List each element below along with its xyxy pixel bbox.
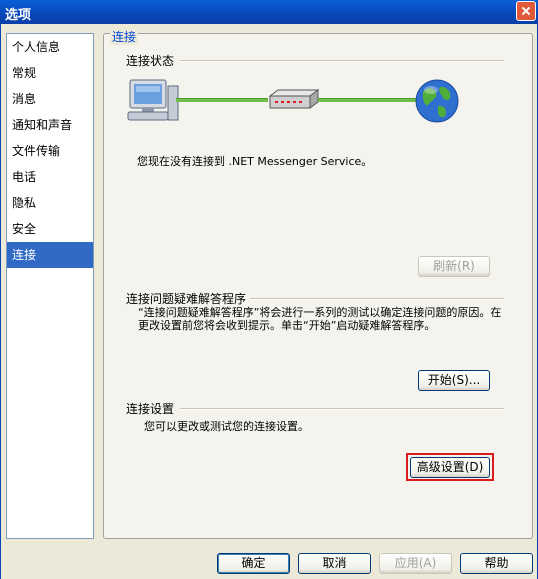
apply-button[interactable]: 应用(A) (379, 553, 452, 574)
status-group-label: 连接状态 (126, 52, 179, 69)
cable-right (318, 98, 418, 102)
sidebar-item-file-transfer[interactable]: 文件传输 (7, 138, 93, 164)
cancel-button[interactable]: 取消 (298, 553, 371, 574)
cable-left (176, 98, 268, 102)
sidebar-item-alerts-sounds[interactable]: 通知和声音 (7, 112, 93, 138)
window-title: 选项 (5, 8, 32, 23)
sidebar-item-general[interactable]: 常规 (7, 60, 93, 86)
options-sidebar: 个人信息 常规 消息 通知和声音 文件传输 电话 隐私 安全 连接 (6, 33, 94, 539)
sidebar-item-privacy[interactable]: 隐私 (7, 190, 93, 216)
sidebar-item-phone[interactable]: 电话 (7, 164, 93, 190)
settings-description: 您可以更改或测试您的连接设置。 (144, 420, 309, 433)
sidebar-item-security[interactable]: 安全 (7, 216, 93, 242)
help-button[interactable]: 帮助 (460, 553, 533, 574)
troubleshoot-description: “连接问题疑难解答程序”将会进行一系列的测试以确定连接问题的原因。在更改设置前您… (138, 306, 502, 332)
panel-title: 连接 (110, 28, 139, 45)
refresh-button[interactable]: 刷新(R) (418, 256, 490, 277)
close-button[interactable] (516, 1, 536, 21)
sidebar-item-messages[interactable]: 消息 (7, 86, 93, 112)
start-troubleshooter-button[interactable]: 开始(S)... (418, 370, 490, 391)
settings-group-label: 连接设置 (126, 400, 179, 417)
sidebar-item-personal[interactable]: 个人信息 (7, 34, 93, 60)
status-group-rule (180, 60, 504, 62)
modem-icon (268, 89, 320, 109)
settings-group-rule (180, 408, 504, 410)
troubleshoot-group-rule (250, 298, 504, 300)
globe-icon (415, 79, 459, 123)
troubleshoot-group-label: 连接问题疑难解答程序 (126, 290, 251, 307)
sidebar-item-connection[interactable]: 连接 (7, 242, 93, 268)
ok-button[interactable]: 确定 (217, 553, 290, 574)
computer-icon (127, 79, 179, 121)
connection-status-text: 您现在没有连接到 .NET Messenger Service。 (137, 155, 373, 168)
advanced-settings-button[interactable]: 高级设置(D) (410, 457, 490, 478)
title-bar: 选项 (0, 0, 538, 24)
